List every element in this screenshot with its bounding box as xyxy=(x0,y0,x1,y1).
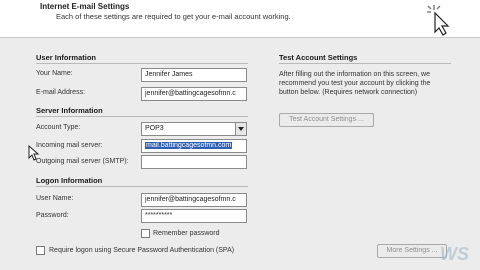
incoming-server-field[interactable]: mail.battingcagesofmn.com xyxy=(141,139,247,153)
user-info-title: User Information xyxy=(36,53,97,62)
test-settings-description: After filling out the information on thi… xyxy=(279,71,431,96)
spa-checkbox[interactable] xyxy=(36,246,45,255)
your-name-field[interactable]: Jennifer James xyxy=(141,68,247,82)
outgoing-server-label: Outgoing mail server (SMTP): xyxy=(36,158,129,165)
password-field[interactable]: ********** xyxy=(141,209,247,223)
watermark-logo: WS xyxy=(440,244,469,264)
divider xyxy=(279,63,451,64)
page-title: Internet E-mail Settings xyxy=(40,2,130,11)
click-cursor-icon xyxy=(427,5,450,36)
test-account-settings-button[interactable]: Test Account Settings ... xyxy=(279,113,374,127)
logon-info-title: Logon Information xyxy=(36,176,103,185)
email-field[interactable]: jennifer@battingcagesofmn.c xyxy=(141,87,247,101)
account-type-label: Account Type: xyxy=(36,124,81,131)
your-name-label: Your Name: xyxy=(36,70,73,77)
divider xyxy=(36,186,248,187)
remember-password-checkbox[interactable] xyxy=(141,229,150,238)
account-type-select[interactable]: POP3 xyxy=(141,122,247,136)
username-label: User Name: xyxy=(36,195,74,202)
server-info-title: Server Information xyxy=(36,106,103,115)
header: Internet E-mail Settings Each of these s… xyxy=(0,0,480,38)
password-label: Password: xyxy=(36,212,69,219)
outgoing-server-field[interactable] xyxy=(141,155,247,169)
username-field[interactable]: jennifer@battingcagesofmn.c xyxy=(141,193,247,207)
remember-password-label: Remember password xyxy=(153,230,220,237)
page-subtitle: Each of these settings are required to g… xyxy=(56,12,291,21)
more-settings-button[interactable]: More Settings ... xyxy=(377,244,447,258)
email-label: E-mail Address: xyxy=(36,89,86,96)
divider xyxy=(36,116,248,117)
test-settings-title: Test Account Settings xyxy=(279,53,358,62)
spa-label: Require logon using Secure Password Auth… xyxy=(49,247,235,254)
chevron-down-icon[interactable] xyxy=(235,123,246,135)
incoming-server-label: Incoming mail server: xyxy=(36,142,103,149)
divider xyxy=(36,63,248,64)
